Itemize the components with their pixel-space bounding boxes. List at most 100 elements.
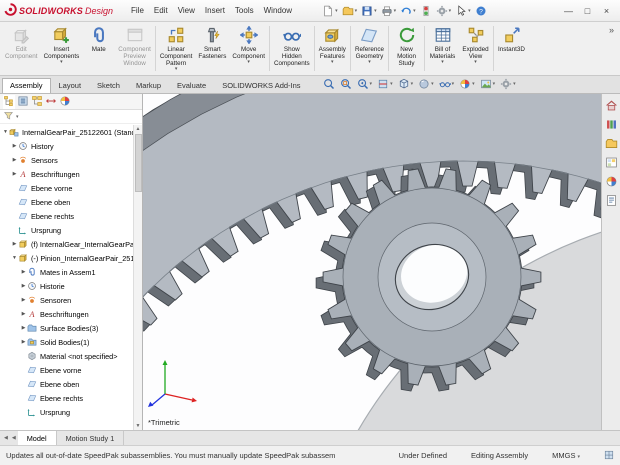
tree-item-ebene-oben[interactable]: Ebene oben [0, 195, 142, 209]
tab-assembly[interactable]: Assembly [2, 78, 51, 93]
expander-icon[interactable]: ▼ [11, 255, 18, 261]
tree-item-ebene-oben[interactable]: Ebene oben [0, 377, 142, 391]
tree-item-pinion-internalgearpair-251[interactable]: ▼(-) Pinion_InternalGearPair_251 [0, 251, 142, 265]
dropdown-arrow-icon[interactable]: ▾ [331, 60, 334, 65]
dropdown-arrow-icon[interactable]: ▾ [247, 60, 250, 65]
tab-scroll-icon[interactable]: ◀ [2, 431, 10, 445]
hide-items-button[interactable]: ▾ [439, 78, 455, 90]
minimize-button[interactable]: — [559, 4, 578, 18]
tree-item-history[interactable]: ▶History [0, 139, 142, 153]
apply-scene-button[interactable]: ▾ [480, 78, 496, 90]
tree-item-ursprung[interactable]: Ursprung [0, 223, 142, 237]
menu-file[interactable]: File [126, 3, 149, 18]
ribbon-insert-components[interactable]: InsertComponents▾ [41, 23, 83, 74]
expander-icon[interactable]: ▶ [11, 157, 18, 163]
tree-item-surface-bodies-3[interactable]: ▶Surface Bodies(3) [0, 321, 142, 335]
panel-tab-dimxpertmanager[interactable] [45, 95, 57, 109]
filter-icon[interactable] [3, 110, 14, 123]
select-cursor-button[interactable]: ▾ [455, 5, 471, 17]
expander-icon[interactable]: ▶ [20, 269, 27, 275]
zoom-area-button[interactable] [340, 78, 352, 90]
rebuild-button[interactable] [420, 5, 432, 17]
view-settings-button[interactable]: ▾ [500, 78, 516, 90]
tab-layout[interactable]: Layout [51, 78, 90, 93]
file-explorer-button[interactable] [604, 136, 619, 151]
ribbon-instant3d[interactable]: Instant3D [495, 23, 528, 74]
ribbon-smart-fasteners[interactable]: SmartFasteners [195, 23, 229, 74]
expander-icon[interactable]: ▶ [20, 339, 27, 345]
tree-item-f-internalgear-internalgearpa[interactable]: ▶(f) InternalGear_InternalGearPa [0, 237, 142, 251]
panel-tab-configurationmanager[interactable] [31, 95, 43, 109]
ribbon-assembly-features[interactable]: AssemblyFeatures▾ [316, 23, 349, 74]
tab-evaluate[interactable]: Evaluate [169, 78, 214, 93]
new-doc-button[interactable]: ▾ [322, 5, 338, 17]
tab-scroll-icon[interactable]: ◀ [10, 431, 18, 445]
menu-view[interactable]: View [173, 3, 200, 18]
tree-item-ursprung[interactable]: Ursprung [0, 405, 142, 419]
tree-item-ebene-vorne[interactable]: Ebene vorne [0, 181, 142, 195]
section-view-button[interactable]: ▾ [377, 78, 393, 90]
view-palette-button[interactable] [604, 155, 619, 170]
filter-dropdown-icon[interactable]: ▾ [16, 114, 19, 120]
ribbon-bill-of-materials[interactable]: Bill ofMaterials▾ [426, 23, 459, 74]
scroll-down-icon[interactable]: ▼ [136, 422, 141, 430]
tree-item-sensors[interactable]: ▶Sensors [0, 153, 142, 167]
ribbon-move-component[interactable]: MoveComponent▾ [229, 23, 268, 74]
dropdown-arrow-icon[interactable]: ▾ [175, 67, 178, 72]
display-style-button[interactable]: ▾ [418, 78, 434, 90]
tree-item-ebene-rechts[interactable]: Ebene rechts [0, 391, 142, 405]
appearances-button[interactable] [604, 174, 619, 189]
ribbon-overflow-chevron[interactable]: » [605, 23, 618, 37]
scrollbar-thumb[interactable] [135, 134, 142, 192]
save-button[interactable]: ▾ [361, 5, 377, 17]
tree-item-beschriftungen[interactable]: ▶ABeschriftungen [0, 167, 142, 181]
maximize-button[interactable]: □ [578, 4, 597, 18]
expander-icon[interactable]: ▼ [2, 129, 9, 135]
tab-solidworks-add-ins[interactable]: SOLIDWORKS Add-Ins [214, 78, 308, 93]
tab-sketch[interactable]: Sketch [89, 78, 128, 93]
panel-tab-featuremanager[interactable] [3, 95, 15, 109]
units-selector[interactable]: MMGS▾ [552, 451, 580, 460]
expander-icon[interactable]: ▶ [20, 297, 27, 303]
ribbon-exploded-view[interactable]: ExplodedView▾ [459, 23, 492, 74]
menu-edit[interactable]: Edit [149, 3, 173, 18]
ribbon-mate[interactable]: Mate [82, 23, 115, 74]
tree-item-ebene-rechts[interactable]: Ebene rechts [0, 209, 142, 223]
panel-tab-displaymanager[interactable] [59, 95, 71, 109]
dropdown-arrow-icon[interactable]: ▾ [441, 60, 444, 65]
tree-item-beschriftungen[interactable]: ▶ABeschriftungen [0, 307, 142, 321]
panel-tab-propertymanager[interactable] [17, 95, 29, 109]
close-button[interactable]: × [597, 4, 616, 18]
bottom-tab-motion-study-1[interactable]: Motion Study 1 [57, 431, 125, 445]
edit-appearance-button[interactable]: ▾ [459, 78, 475, 90]
settings-button[interactable]: ▾ [436, 5, 452, 17]
tree-item-mates-in-assem1[interactable]: ▶Mates in Assem1 [0, 265, 142, 279]
help-button[interactable]: ? [475, 5, 487, 17]
expander-icon[interactable]: ▶ [20, 311, 27, 317]
resources-home-button[interactable] [604, 98, 619, 113]
design-library-button[interactable] [604, 117, 619, 132]
expander-icon[interactable]: ▶ [11, 143, 18, 149]
ribbon-new-motion-study[interactable]: NewMotionStudy [390, 23, 423, 74]
dropdown-arrow-icon[interactable]: ▾ [60, 60, 63, 65]
expander-icon[interactable]: ▶ [20, 283, 27, 289]
ribbon-reference-geometry[interactable]: ReferenceGeometry▾ [352, 23, 387, 74]
tree-item-sensoren[interactable]: ▶Sensoren [0, 293, 142, 307]
zoom-fit-button[interactable] [323, 78, 335, 90]
menu-insert[interactable]: Insert [200, 3, 230, 18]
tree-item-material-not-specified[interactable]: Material <not specified> [0, 349, 142, 363]
expander-icon[interactable]: ▶ [11, 171, 18, 177]
menu-tools[interactable]: Tools [230, 3, 259, 18]
3d-viewport[interactable] [143, 94, 601, 430]
tree-item-solid-bodies-1[interactable]: ▶Solid Bodies(1) [0, 335, 142, 349]
expander-icon[interactable]: ▶ [20, 325, 27, 331]
ribbon-linear-component-pattern[interactable]: LinearComponentPattern▾ [157, 23, 196, 74]
scroll-up-icon[interactable]: ▲ [136, 125, 141, 133]
undo-button[interactable]: ▾ [400, 5, 416, 17]
tree-scrollbar[interactable]: ▲ ▼ [133, 125, 142, 430]
menu-window[interactable]: Window [259, 3, 297, 18]
view-orientation-button[interactable]: ▾ [398, 78, 414, 90]
tree-item-ebene-vorne[interactable]: Ebene vorne [0, 363, 142, 377]
custom-properties-button[interactable] [604, 193, 619, 208]
ribbon-show-hidden-components[interactable]: ShowHiddenComponents [271, 23, 313, 74]
